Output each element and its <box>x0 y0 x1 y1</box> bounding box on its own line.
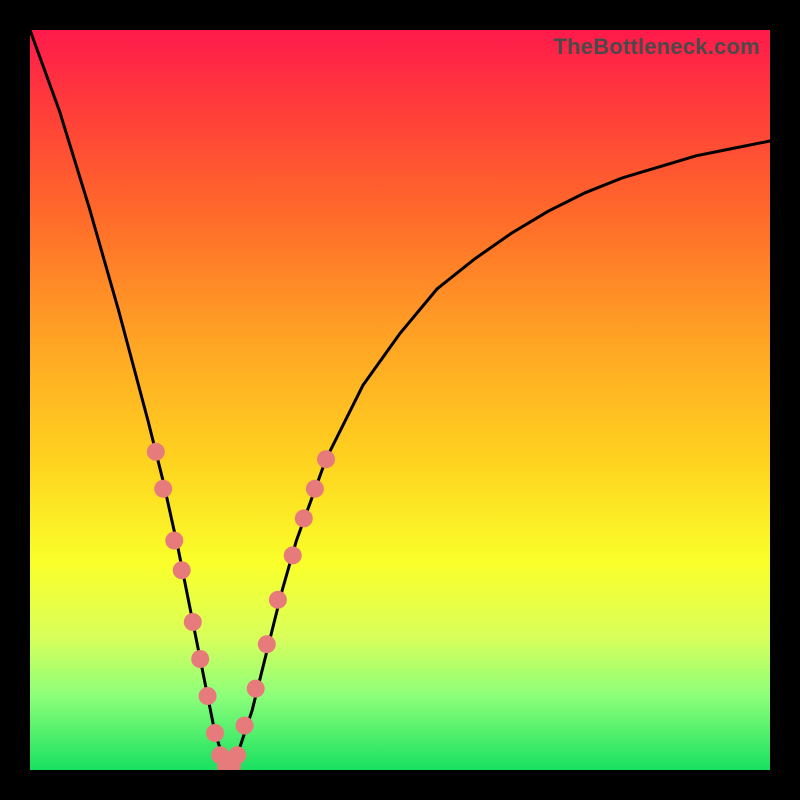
highlight-dot <box>306 480 324 498</box>
highlight-dot <box>228 746 246 764</box>
highlight-dot <box>317 450 335 468</box>
highlight-dot <box>154 480 172 498</box>
highlight-dot <box>147 443 165 461</box>
highlight-dot <box>295 509 313 527</box>
highlight-dot <box>165 532 183 550</box>
highlight-dot <box>258 635 276 653</box>
plot-area: TheBottleneck.com <box>30 30 770 770</box>
highlight-dot <box>206 724 224 742</box>
highlight-dot <box>284 546 302 564</box>
chart-svg <box>30 30 770 770</box>
highlight-dot <box>184 613 202 631</box>
highlight-dots-group <box>147 443 335 770</box>
highlight-dot <box>173 561 191 579</box>
highlight-dot <box>236 717 254 735</box>
highlight-dot <box>199 687 217 705</box>
highlight-dot <box>247 680 265 698</box>
chart-frame: TheBottleneck.com <box>0 0 800 800</box>
bottleneck-curve <box>30 30 770 770</box>
highlight-dot <box>269 591 287 609</box>
highlight-dot <box>191 650 209 668</box>
